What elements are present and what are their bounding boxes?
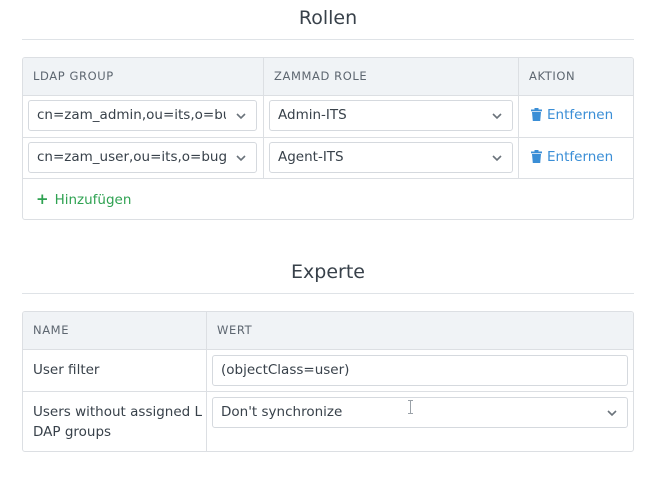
column-header-value: WERT — [217, 323, 253, 337]
ldap-group-value: cn=zam_user,ou=its,o=bug — [37, 149, 226, 165]
roles-section-title: Rollen — [298, 7, 358, 29]
column-header-ldap-group: LDAP GROUP — [33, 69, 114, 83]
column-header-zammad-role: ZAMMAD ROLE — [274, 69, 368, 83]
add-label: Hinzufügen — [54, 192, 132, 208]
remove-row-button[interactable]: Entfernen — [531, 148, 613, 166]
chevron-down-icon — [492, 155, 502, 162]
expert-section-divider — [22, 293, 634, 294]
remove-label: Entfernen — [547, 107, 614, 123]
remove-row-button[interactable]: Entfernen — [531, 106, 613, 124]
column-header-action: AKTION — [529, 69, 576, 83]
user-filter-input[interactable]: (objectClass=user) — [212, 355, 628, 386]
column-divider — [263, 58, 264, 179]
unassigned-users-label-line2: DAP groups — [33, 424, 112, 440]
expert-section-title: Experte — [291, 261, 365, 283]
column-divider — [518, 58, 519, 179]
plus-icon: + — [36, 190, 49, 208]
user-filter-label: User filter — [33, 362, 100, 378]
unassigned-users-value: Don't synchronize — [221, 404, 343, 420]
roles-section-divider — [22, 39, 634, 40]
row-divider — [23, 178, 633, 179]
trash-icon — [531, 108, 542, 121]
remove-label: Entfernen — [547, 149, 614, 165]
chevron-down-icon — [607, 410, 617, 417]
chevron-down-icon — [236, 155, 246, 162]
column-header-name: NAME — [33, 323, 70, 337]
zammad-role-value: Agent-ITS — [278, 149, 344, 165]
row-divider — [23, 137, 633, 138]
text-cursor-icon — [408, 400, 413, 414]
row-divider — [23, 391, 633, 392]
ldap-group-select[interactable]: cn=zam_admin,ou=its,o=bug — [28, 100, 257, 131]
expert-table: NAME WERT User filter (objectClass=user)… — [22, 311, 634, 452]
trash-icon — [531, 150, 542, 163]
zammad-role-select[interactable]: Agent-ITS — [269, 142, 513, 173]
unassigned-users-select[interactable]: Don't synchronize — [212, 397, 628, 428]
ldap-group-value: cn=zam_admin,ou=its,o=bug — [37, 107, 226, 123]
ldap-group-select[interactable]: cn=zam_user,ou=its,o=bug — [28, 142, 257, 173]
add-role-mapping-button[interactable]: + Hinzufügen — [36, 190, 131, 209]
chevron-down-icon — [236, 113, 246, 120]
expert-table-header — [23, 312, 633, 350]
chevron-down-icon — [492, 113, 502, 120]
unassigned-users-label-line1: Users without assigned L — [33, 404, 203, 420]
column-divider — [206, 312, 207, 451]
roles-table: LDAP GROUP ZAMMAD ROLE AKTION cn=zam_adm… — [22, 57, 634, 220]
zammad-role-select[interactable]: Admin-ITS — [269, 100, 513, 131]
zammad-role-value: Admin-ITS — [278, 107, 347, 123]
